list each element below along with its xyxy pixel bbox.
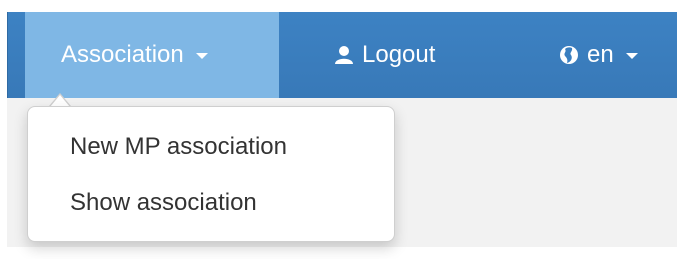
language-menu-toggle[interactable]: en [559,12,677,98]
menu-item-show-association[interactable]: Show association [70,183,257,223]
caret-down-icon [195,53,208,59]
language-label: en [587,41,614,68]
association-label: Association [61,41,184,68]
logout-link[interactable]: Logout [334,12,494,98]
logout-label: Logout [362,41,436,68]
association-dropdown-menu: New MP association Show association [27,106,395,242]
navbar: Association Logout en [7,12,677,98]
user-icon [334,45,354,65]
caret-down-icon [625,53,638,59]
globe-icon [559,45,579,65]
association-menu-toggle[interactable]: Association [25,12,279,98]
menu-item-new-mp-association[interactable]: New MP association [70,127,287,167]
